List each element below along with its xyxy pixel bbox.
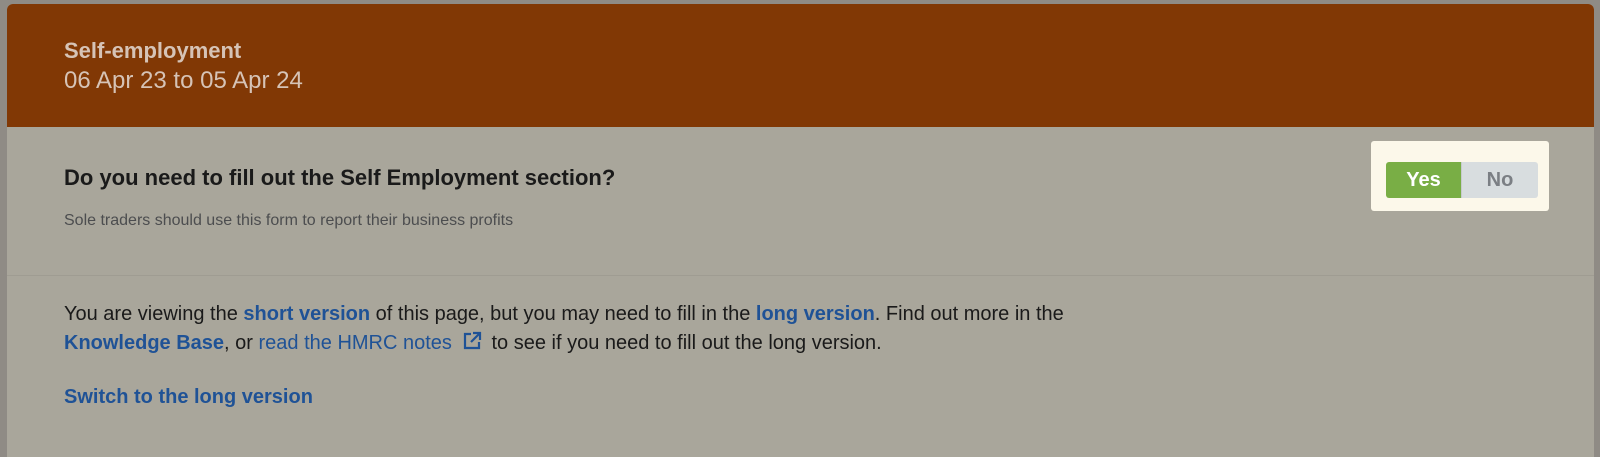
yes-button[interactable]: Yes: [1386, 162, 1461, 198]
question-hint: Sole traders should use this form to rep…: [64, 212, 514, 229]
section-title: Self-employment: [64, 38, 242, 63]
tax-period: 06 Apr 23 to 05 Apr 24: [64, 67, 303, 94]
section-header: Self-employment 06 Apr 23 to 05 Apr 24: [7, 4, 1594, 127]
yes-no-toggle: Yes No: [1386, 162, 1538, 198]
external-link-icon[interactable]: [462, 331, 482, 360]
knowledge-base-link[interactable]: Knowledge Base: [64, 332, 224, 354]
yes-no-toggle-highlight: Yes No: [1371, 141, 1549, 211]
question-section: Do you need to fill out the Self Employm…: [7, 127, 1594, 276]
info-text-4: , or: [224, 332, 259, 354]
info-text-1: You are viewing the: [64, 303, 244, 325]
info-text-3: . Find out more in the: [874, 303, 1064, 325]
long-version-link[interactable]: long version: [756, 303, 875, 325]
info-text-2: of this page, but you may need to fill i…: [370, 303, 756, 325]
hmrc-notes-link[interactable]: read the HMRC notes: [259, 332, 452, 354]
short-version-link[interactable]: short version: [243, 303, 370, 325]
no-button[interactable]: No: [1461, 162, 1538, 198]
question-title: Do you need to fill out the Self Employm…: [64, 165, 616, 190]
switch-to-long-version-link[interactable]: Switch to the long version: [64, 386, 313, 409]
info-text-5: to see if you need to fill out the long …: [485, 332, 882, 354]
version-info: You are viewing the short version of thi…: [64, 300, 1164, 360]
self-employment-card: Self-employment 06 Apr 23 to 05 Apr 24 D…: [7, 4, 1594, 457]
